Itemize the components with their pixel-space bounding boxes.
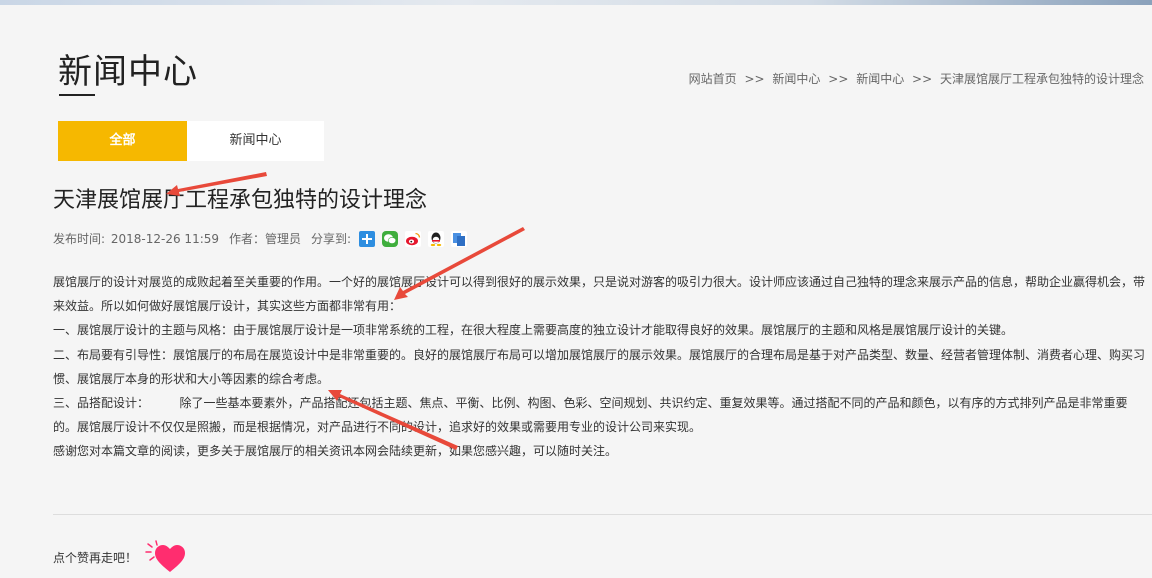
breadcrumb: 网站首页 >> 新闻中心 >> 新闻中心 >> 天津展馆展厅工程承包独特的设计理… — [689, 70, 1144, 87]
title-underline — [59, 94, 95, 96]
wechat-icon[interactable] — [382, 230, 399, 247]
article-paragraph: 二、布局要有引导性：展馆展厅的布局在展览设计中是非常重要的。良好的展馆展厅布局可… — [53, 347, 1146, 386]
breadcrumb-separator: >> — [744, 72, 765, 86]
article-title: 天津展馆展厅工程承包独特的设计理念 — [53, 188, 428, 213]
publish-time: 发布时间: 2018-12-26 11:59 — [53, 230, 219, 247]
like-prompt: 点个赞再走吧！ — [53, 551, 138, 565]
section-divider — [53, 514, 1152, 515]
qzone-icon[interactable] — [359, 230, 376, 247]
breadcrumb-news-center[interactable]: 新闻中心 — [772, 72, 820, 86]
breadcrumb-home[interactable]: 网站首页 — [689, 72, 737, 86]
share-icons — [359, 230, 474, 247]
category-tabs: 全部 新闻中心 — [58, 121, 324, 161]
copy-icon[interactable] — [451, 230, 468, 247]
publish-time-label: 发布时间: — [53, 232, 106, 246]
publish-time-value: 2018-12-26 11:59 — [110, 232, 220, 246]
article-meta: 发布时间: 2018-12-26 11:59 作者：管理员 分享到: — [53, 230, 474, 247]
heart-icon — [145, 540, 185, 572]
article-paragraph: 三、品搭配设计： 除了一些基本要素外，产品搭配还包括主题、焦点、平衡、比例、构图… — [53, 396, 1128, 435]
article-body: 展馆展厅的设计对展览的成败起着至关重要的作用。一个好的展馆展厅设计可以得到很好的… — [53, 270, 1148, 464]
article-paragraph: 感谢您对本篇文章的阅读，更多关于展馆展厅的相关资讯本网会陆续更新，如果您感兴趣，… — [53, 444, 618, 459]
top-banner-image — [0, 0, 1152, 5]
breadcrumb-separator: >> — [912, 72, 933, 86]
article-paragraph: 展馆展厅的设计对展览的成败起着至关重要的作用。一个好的展馆展厅设计可以得到很好的… — [53, 275, 1146, 314]
share-label: 分享到: — [311, 232, 352, 246]
author-value: 管理员 — [265, 232, 302, 246]
weibo-icon[interactable] — [405, 230, 422, 247]
tab-all[interactable]: 全部 — [58, 121, 187, 161]
author: 作者：管理员 — [229, 230, 301, 247]
article-paragraph: 一、展馆展厅设计的主题与风格：由于展馆展厅设计是一项非常系统的工程，在很大程度上… — [53, 323, 1014, 338]
like-heart-button[interactable] — [144, 538, 188, 574]
breadcrumb-news-category[interactable]: 新闻中心 — [856, 72, 904, 86]
author-label: 作者： — [229, 232, 266, 246]
breadcrumb-current: 天津展馆展厅工程承包独特的设计理念 — [939, 72, 1144, 86]
qq-icon[interactable] — [428, 230, 445, 247]
breadcrumb-separator: >> — [828, 72, 849, 86]
page-title: 新闻中心 — [58, 52, 198, 92]
tab-news-center[interactable]: 新闻中心 — [187, 121, 324, 161]
